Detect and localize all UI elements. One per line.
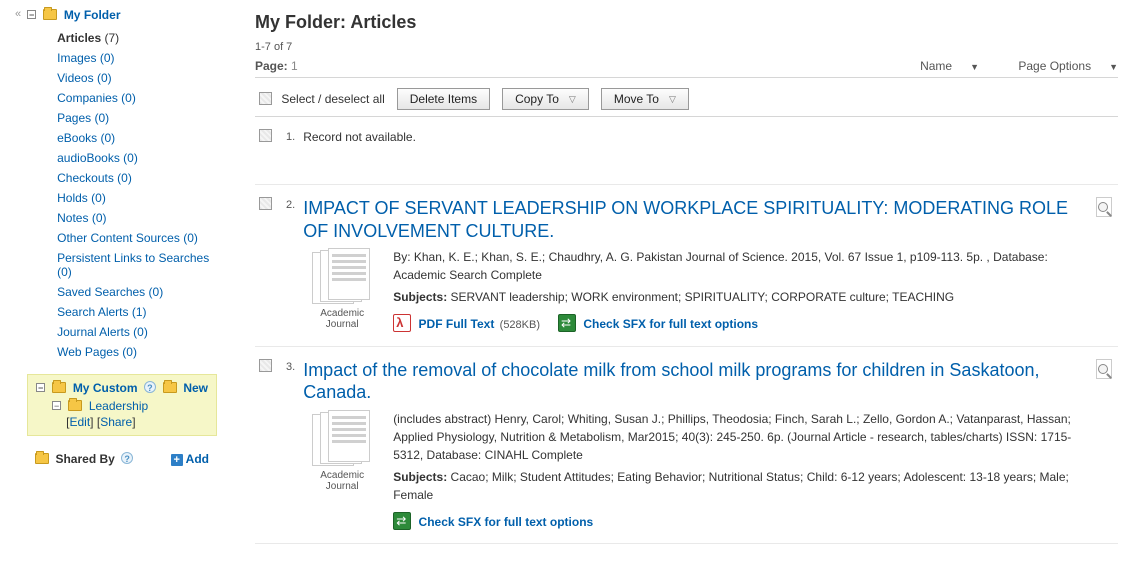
preview-icon[interactable] <box>1096 197 1114 219</box>
add-shared-button[interactable]: +Add <box>171 452 209 466</box>
result-title-link[interactable]: Impact of the removal of chocolate milk … <box>303 359 1080 404</box>
folder-icon <box>68 400 82 411</box>
sidebar-item[interactable]: Web Pages (0) <box>57 342 217 362</box>
result-type-label: Academic Journal <box>303 470 381 492</box>
edit-folder-link[interactable]: Edit <box>69 415 90 429</box>
page-title: My Folder: Articles <box>255 12 1118 33</box>
sidebar-item[interactable]: audioBooks (0) <box>57 148 217 168</box>
result-row: 3. Impact of the removal of chocolate mil… <box>255 347 1118 544</box>
results-list: 1. Record not available. 2. IMPACT OF SERVA… <box>255 117 1118 544</box>
sidebar-root-folder[interactable]: − My Folder <box>27 8 217 22</box>
copy-to-button[interactable]: Copy To▽ <box>502 88 589 110</box>
result-thumbnail: Academic Journal <box>303 410 381 531</box>
sidebar-item[interactable]: Search Alerts (1) <box>57 302 217 322</box>
page-label: Page: <box>255 59 288 73</box>
folder-category-list: Articles (7)Images (0)Videos (0)Companie… <box>57 28 217 362</box>
sfx-icon <box>393 512 411 530</box>
result-row: 2. IMPACT OF SERVANT LEADERSHIP ON WORKPL… <box>255 185 1118 347</box>
sidebar-item[interactable]: Notes (0) <box>57 208 217 228</box>
sidebar-item[interactable]: Videos (0) <box>57 68 217 88</box>
my-custom-folder[interactable]: − My Custom ? <box>36 381 156 395</box>
sidebar-item[interactable]: Images (0) <box>57 48 217 68</box>
help-icon[interactable]: ? <box>144 381 156 393</box>
pdf-icon <box>393 314 411 332</box>
result-checkbox[interactable] <box>259 197 272 210</box>
select-all-label[interactable]: Select / deselect all <box>281 92 384 106</box>
sidebar-item[interactable]: eBooks (0) <box>57 128 217 148</box>
page-options-dropdown[interactable]: Page Options▼ <box>1000 59 1118 73</box>
folder-icon <box>52 382 66 393</box>
pdf-full-text-link[interactable]: PDF Full Text (528KB) <box>393 314 540 334</box>
shared-by-row: Shared By ? +Add <box>27 448 217 470</box>
custom-folder-leadership[interactable]: Leadership <box>89 399 148 413</box>
delete-items-button[interactable]: Delete Items <box>397 88 490 110</box>
check-sfx-link[interactable]: Check SFX for full text options <box>558 314 758 333</box>
result-byline: By: Khan, K. E.; Khan, S. E.; Chaudhry, … <box>393 248 1080 284</box>
result-row: 1. Record not available. <box>255 117 1118 185</box>
tree-toggle-icon[interactable]: − <box>27 10 36 19</box>
sidebar-item[interactable]: Saved Searches (0) <box>57 282 217 302</box>
sidebar-item[interactable]: Articles (7) <box>57 28 217 48</box>
move-to-button[interactable]: Move To▽ <box>601 88 689 110</box>
result-type-label: Academic Journal <box>303 308 381 330</box>
result-index: 1. <box>286 131 295 143</box>
plus-icon: + <box>171 454 183 466</box>
sfx-icon <box>558 314 576 332</box>
bulk-toolbar: Select / deselect all Delete Items Copy … <box>255 82 1118 117</box>
unavailable-text: Record not available. <box>303 130 416 144</box>
check-sfx-link[interactable]: Check SFX for full text options <box>393 512 593 531</box>
new-custom-folder-button[interactable]: New <box>163 381 208 395</box>
preview-icon[interactable] <box>1096 359 1114 381</box>
sidebar-item[interactable]: Companies (0) <box>57 88 217 108</box>
sidebar-item[interactable]: Checkouts (0) <box>57 168 217 188</box>
result-thumbnail: Academic Journal <box>303 248 381 334</box>
select-all-checkbox[interactable] <box>259 92 272 105</box>
root-folder-label: My Folder <box>64 8 121 22</box>
sort-name-dropdown[interactable]: Name▼ <box>902 59 979 73</box>
shared-by-label: Shared By <box>55 452 114 466</box>
result-index: 3. <box>286 361 295 373</box>
sidebar: « − My Folder Articles (7)Images (0)Vide… <box>0 0 225 552</box>
tree-toggle-icon[interactable]: − <box>52 401 61 410</box>
result-subjects: Subjects: SERVANT leadership; WORK envir… <box>393 288 1080 306</box>
folder-icon <box>35 453 49 464</box>
result-byline: (includes abstract) Henry, Carol; Whitin… <box>393 410 1080 464</box>
result-title-link[interactable]: IMPACT OF SERVANT LEADERSHIP ON WORKPLAC… <box>303 197 1080 242</box>
result-checkbox[interactable] <box>259 359 272 372</box>
tree-toggle-icon[interactable]: − <box>36 383 45 392</box>
help-icon[interactable]: ? <box>121 452 133 464</box>
page-number: 1 <box>291 59 298 73</box>
sidebar-item[interactable]: Journal Alerts (0) <box>57 322 217 342</box>
sidebar-item[interactable]: Persistent Links to Searches (0) <box>57 248 217 282</box>
result-index: 2. <box>286 199 295 211</box>
sidebar-item[interactable]: Other Content Sources (0) <box>57 228 217 248</box>
sidebar-item[interactable]: Holds (0) <box>57 188 217 208</box>
result-subjects: Subjects: Cacao; Milk; Student Attitudes… <box>393 468 1080 504</box>
share-folder-link[interactable]: Share <box>100 415 132 429</box>
sidebar-item[interactable]: Pages (0) <box>57 108 217 128</box>
main-content: My Folder: Articles 1-7 of 7 Page: 1 Nam… <box>225 0 1138 552</box>
folder-icon <box>43 9 57 20</box>
collapse-sidebar-icon[interactable]: « <box>15 8 21 20</box>
folder-icon <box>163 382 177 393</box>
result-checkbox[interactable] <box>259 129 272 142</box>
custom-folders-box: − My Custom ? New − <box>27 374 217 436</box>
result-range: 1-7 of 7 <box>255 41 1118 53</box>
